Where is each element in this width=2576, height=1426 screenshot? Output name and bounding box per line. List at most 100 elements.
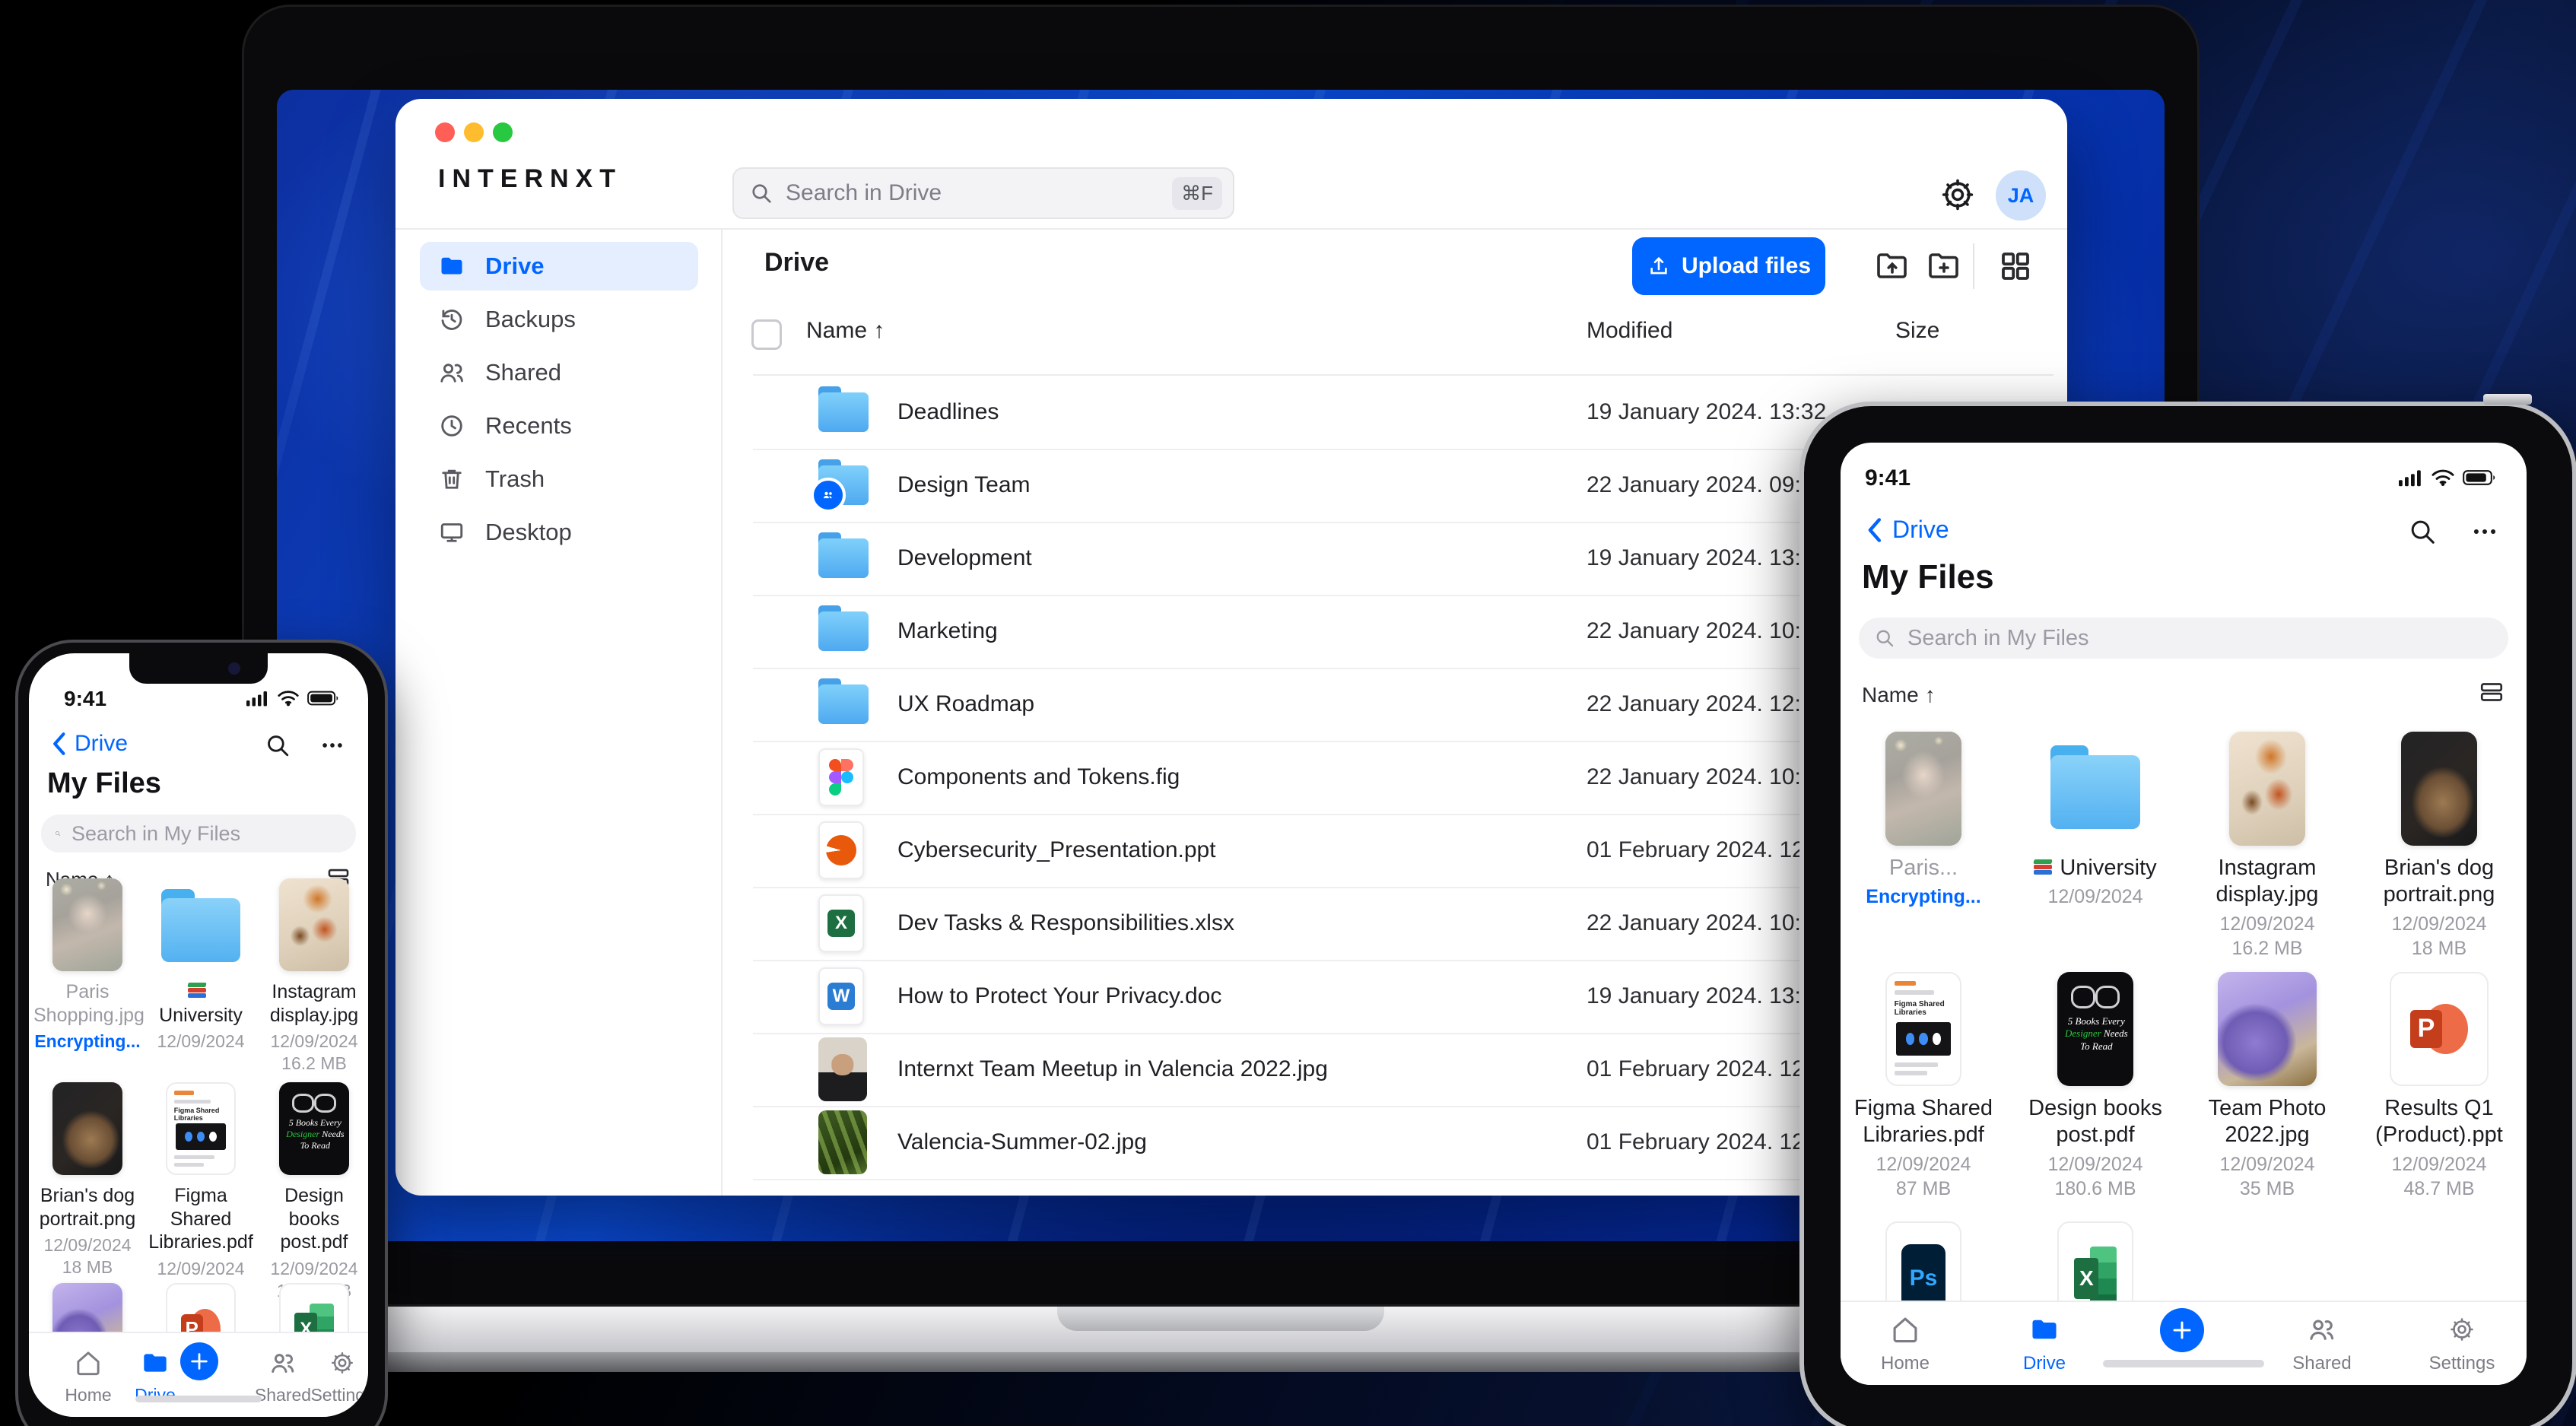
encrypting-status: Encrypting... [34, 1031, 141, 1051]
ppt-letter: P [2410, 1010, 2442, 1048]
page-title: Drive [764, 248, 830, 277]
file-name: Figma Shared Libraries.pdf [1853, 1096, 1993, 1148]
file-card[interactable]: Paris Shopping.jpg Encrypting... [33, 878, 145, 1052]
battery-icon [307, 691, 338, 706]
folder-icon [2032, 1320, 2057, 1339]
photo-thumbnail [52, 878, 122, 971]
file-card[interactable]: 5 Books Every Designer Needs To Read Desig… [260, 1082, 368, 1301]
tab-drive[interactable]: Drive [2006, 1316, 2082, 1374]
phone-device: 9:41 Drive My Files Name↑ [15, 640, 388, 1426]
search-icon [56, 831, 61, 837]
home-icon [1893, 1317, 1917, 1343]
file-card[interactable]: Figma Shared Libraries Figma Shared Libr… [147, 1082, 255, 1301]
folder-icon [161, 889, 240, 962]
file-card[interactable]: Brian's dog portrait.png 12/09/2024 18 M… [2356, 732, 2522, 960]
doc-cover-title: Figma Shared Libraries [1894, 1000, 1945, 1018]
monitor-icon [438, 519, 465, 546]
minimize-window-button[interactable] [464, 122, 484, 142]
more-options-icon[interactable] [2470, 517, 2499, 546]
select-all-checkbox[interactable] [751, 319, 782, 350]
search-input[interactable] [70, 821, 342, 846]
sidebar-item-label: Recents [485, 412, 572, 439]
back-to-drive-link[interactable]: Drive [1863, 516, 1949, 544]
file-card[interactable]: 5 Books Every Designer Needs To Read Desig… [2012, 972, 2178, 1200]
bottom-tab-bar: Home Drive Shared Settings [1841, 1301, 2527, 1385]
pdf-thumbnail: Figma Shared Libraries [1885, 972, 1961, 1086]
file-date: 12/09/2024 [270, 1258, 358, 1278]
clock-icon [438, 412, 465, 440]
user-avatar[interactable]: JA [1996, 170, 2046, 221]
list-view-button[interactable] [2478, 678, 2505, 710]
trash-icon [438, 465, 465, 493]
page-title: My Files [1862, 558, 1994, 595]
upload-files-button[interactable]: Upload files [1632, 237, 1825, 295]
file-card[interactable]: P Results Q1 (Product).ppt 12/09/2024 48… [2356, 972, 2522, 1200]
sidebar-item-desktop[interactable]: Desktop [420, 508, 698, 557]
upload-files-label: Upload files [1681, 253, 1812, 278]
file-name: Team Photo 2022.jpg [2208, 1096, 2327, 1148]
file-size: 16.2 MB [2231, 937, 2303, 959]
laptop-lid-notch [1057, 1307, 1384, 1331]
folder-card[interactable]: University 12/09/2024 [147, 878, 255, 1052]
shared-badge-icon [811, 478, 846, 513]
column-header-modified[interactable]: Modified [1587, 318, 1672, 344]
sort-by-name[interactable]: Name↑ [1862, 683, 1936, 707]
sort-arrow-icon: ↑ [1924, 683, 1936, 707]
file-card[interactable]: Instagram display.jpg 12/09/2024 16.2 MB [260, 878, 368, 1074]
tab-home[interactable]: Home [52, 1350, 125, 1405]
toolbar-divider [1973, 243, 1974, 289]
new-folder-button[interactable] [1924, 248, 1964, 284]
file-card[interactable]: Team Photo 2022.jpg 12/09/2024 35 MB [2184, 972, 2350, 1200]
search-input[interactable] [784, 179, 1173, 207]
file-modified: 22 January 2024. 10:08 [1587, 910, 1827, 935]
more-options-icon[interactable] [319, 732, 345, 758]
sort-arrow-icon: ↑ [873, 318, 885, 343]
file-name: Cybersecurity_Presentation.ppt [897, 837, 1216, 862]
tab-shared[interactable]: Shared [2284, 1316, 2360, 1374]
search-icon[interactable] [2408, 517, 2437, 546]
sidebar-item-recents[interactable]: Recents [420, 402, 698, 450]
column-header-name[interactable]: Name ↑ [806, 318, 885, 344]
file-card[interactable]: Figma Shared Libraries Figma Shared Libr… [1841, 972, 2006, 1200]
sidebar-item-trash[interactable]: Trash [420, 455, 698, 503]
drive-search-field[interactable]: ⌘F [732, 167, 1234, 219]
battery-icon [2463, 470, 2495, 485]
plus-icon [2173, 1321, 2191, 1339]
column-header-size[interactable]: Size [1895, 318, 1939, 344]
tab-settings[interactable]: Settings [306, 1350, 368, 1405]
back-to-drive-link[interactable]: Drive [49, 731, 128, 757]
status-icons [246, 690, 339, 707]
search-input[interactable] [1906, 624, 2493, 652]
status-time: 9:41 [1865, 465, 1911, 491]
sidebar-item-label: Desktop [485, 519, 572, 545]
word-file-icon: W [818, 967, 864, 1025]
tab-home[interactable]: Home [1867, 1316, 1943, 1374]
chevron-left-icon [1868, 517, 1882, 542]
file-card[interactable]: Paris... Encrypting... [1841, 732, 2006, 908]
phone-screen: 9:41 Drive My Files Name↑ [29, 653, 368, 1417]
grid-view-button[interactable] [1996, 248, 2035, 284]
folder-card[interactable]: University 12/09/2024 [2012, 732, 2178, 908]
search-icon[interactable] [265, 732, 291, 758]
gear-icon [1942, 179, 1974, 211]
pdf-thumbnail: 5 Books Every Designer Needs To Read [279, 1082, 349, 1175]
search-field[interactable] [1859, 618, 2508, 659]
tab-settings[interactable]: Settings [2424, 1316, 2500, 1374]
zoom-window-button[interactable] [493, 122, 513, 142]
folder-icon [818, 678, 869, 724]
file-card[interactable]: Brian's dog portrait.png 12/09/2024 18 M… [33, 1082, 141, 1278]
upload-folder-button[interactable] [1872, 248, 1912, 284]
close-window-button[interactable] [435, 122, 455, 142]
add-file-button[interactable] [2160, 1308, 2204, 1352]
marketing-composite: INTERNXT ⌘F JA Drive Backups Shared [0, 0, 2576, 1426]
wifi-icon [2431, 469, 2454, 487]
settings-gear-button[interactable] [1939, 176, 1976, 213]
file-name: How to Protect Your Privacy.doc [897, 983, 1222, 1008]
bottom-tab-bar: Home Drive Shared Settings [29, 1332, 368, 1417]
file-card[interactable]: Instagram display.jpg 12/09/2024 16.2 MB [2184, 732, 2350, 960]
search-field[interactable] [41, 815, 356, 853]
file-name: Brian's dog portrait.png [39, 1185, 136, 1230]
add-file-button[interactable] [180, 1342, 218, 1380]
file-name: Dev Tasks & Responsibilities.xlsx [897, 910, 1234, 935]
sidebar-item-drive[interactable]: Drive [420, 242, 698, 291]
